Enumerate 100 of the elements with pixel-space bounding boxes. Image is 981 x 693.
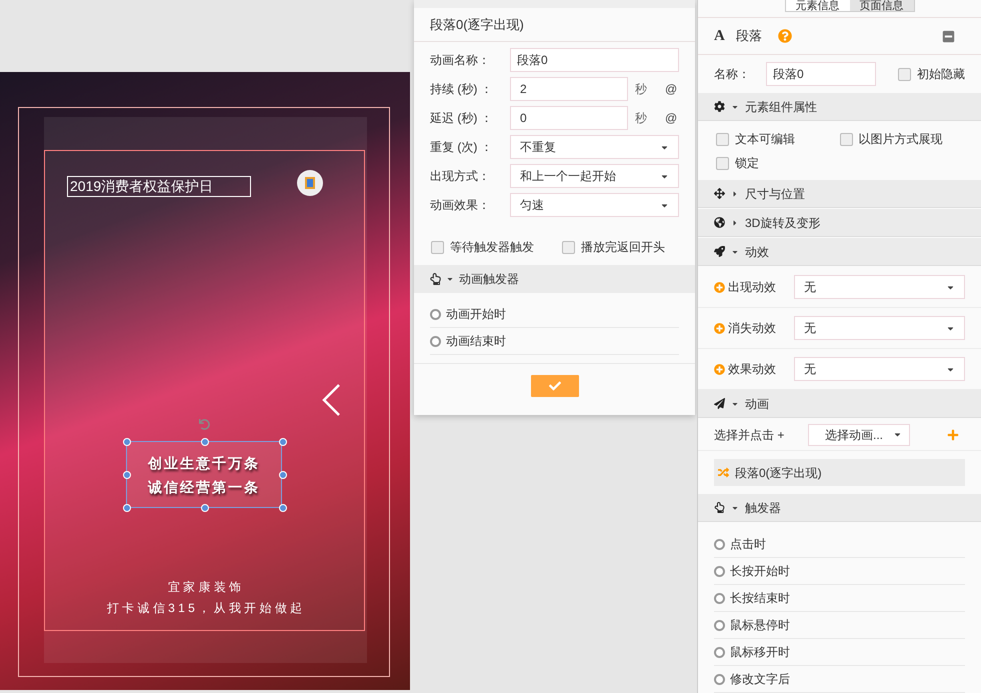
name-field[interactable]: 段落0 xyxy=(766,62,876,86)
checkbox[interactable] xyxy=(840,132,852,146)
field-label: 出现方式： xyxy=(430,168,491,185)
caret-icon xyxy=(446,275,454,283)
input-field[interactable]: 2 xyxy=(510,77,628,101)
radio-icon xyxy=(714,538,725,550)
radio-icon xyxy=(714,592,725,604)
radio-icon xyxy=(430,308,441,320)
checkbox[interactable] xyxy=(898,68,911,81)
poster-title: 2019消费者权益保护日 xyxy=(67,176,251,197)
slogan-line: 创业生意千万条 xyxy=(148,454,260,472)
add-icon[interactable] xyxy=(714,364,725,375)
footer-text: 宜 家 康 装 饰 xyxy=(168,580,242,595)
trigger-item[interactable]: 鼠标悬停时 xyxy=(714,612,965,640)
dialog-title: 段落0(逐字出现) xyxy=(414,8,695,42)
select-field[interactable]: 无 xyxy=(794,316,965,340)
add-icon[interactable] xyxy=(714,322,725,334)
trigger-item[interactable]: 动画结束时 xyxy=(430,328,679,355)
field-label: 延迟 (秒) ： xyxy=(430,110,494,127)
selected-text-box[interactable]: 创业生意千万条 诚信经营第一条 xyxy=(126,441,282,508)
resize-handle[interactable] xyxy=(123,504,131,512)
resize-handle[interactable] xyxy=(279,504,287,512)
shuffle-icon xyxy=(718,467,729,478)
check-icon xyxy=(548,380,560,392)
resize-handle[interactable] xyxy=(279,438,287,446)
section-header[interactable]: 3D旋转及变形 xyxy=(698,209,981,238)
radio-icon xyxy=(714,620,725,631)
resize-handle[interactable] xyxy=(201,438,209,446)
select-field[interactable]: 匀速 xyxy=(510,193,679,217)
radio-icon xyxy=(714,566,725,577)
add-icon[interactable] xyxy=(947,428,959,441)
checkbox[interactable] xyxy=(562,240,575,254)
trigger-item[interactable]: 点击时 xyxy=(714,531,965,558)
section-header[interactable]: 尺寸与位置 xyxy=(698,180,981,208)
radio-icon xyxy=(714,674,725,685)
panel-tab[interactable]: 元素信息 xyxy=(786,0,850,11)
select-field[interactable]: 无 xyxy=(794,357,965,382)
checkbox[interactable] xyxy=(431,240,444,254)
input-field[interactable]: 段落0 xyxy=(510,48,679,72)
checkbox-label: 播放完返回开头 xyxy=(581,239,665,256)
paper-plane-icon xyxy=(714,398,725,410)
trigger-item[interactable]: 鼠标移开时 xyxy=(714,639,965,666)
unit-label: 秒 xyxy=(635,81,647,98)
resize-handle[interactable] xyxy=(279,471,287,479)
field-label: 名称： xyxy=(714,66,751,84)
field-label: 出现动效 xyxy=(728,279,777,296)
collapse-icon[interactable] xyxy=(942,30,955,43)
resize-handle[interactable] xyxy=(123,438,131,446)
checkbox[interactable] xyxy=(716,156,729,170)
trigger-item[interactable]: 长按结束时 xyxy=(714,585,965,612)
radio-icon xyxy=(714,646,725,658)
field-label: 持续 (秒) ： xyxy=(430,81,494,98)
hand-pointer-icon xyxy=(430,273,441,285)
unit-label: 秒 xyxy=(635,110,647,127)
rotate-icon[interactable] xyxy=(199,419,210,430)
input-field[interactable]: 0 xyxy=(510,106,628,130)
globe-icon xyxy=(714,217,725,228)
at-sign: @ xyxy=(665,81,678,98)
caret-icon xyxy=(731,190,739,198)
trigger-item[interactable]: 动画开始时 xyxy=(430,301,679,328)
hand-pointer-icon xyxy=(714,502,725,514)
panel-tab[interactable]: 页面信息 xyxy=(850,0,914,11)
text-type-icon: A xyxy=(714,24,734,48)
section-header[interactable]: 动画 xyxy=(698,390,981,418)
select-field[interactable]: 和上一个一起开始 xyxy=(510,164,679,188)
field-label: 重复 (次) ： xyxy=(430,139,494,156)
caret-icon xyxy=(731,218,739,227)
gear-icon xyxy=(714,101,725,112)
resize-handle[interactable] xyxy=(123,471,131,479)
element-type: 段落 xyxy=(736,27,762,46)
footer-text: 打 卡 诚 信 3 1 5 ， 从 我 开 始 做 起 xyxy=(106,601,302,616)
move-icon xyxy=(714,188,725,200)
section-header[interactable]: 元素组件属性 xyxy=(698,93,981,122)
checkbox-label: 文本可编辑 xyxy=(735,131,795,148)
field-label: 动画名称： xyxy=(430,52,491,69)
radio-icon xyxy=(430,336,441,346)
animation-item[interactable]: 段落0(逐字出现) xyxy=(714,459,965,486)
select-field[interactable]: 不重复 xyxy=(510,135,679,159)
checkbox-label: 初始隐藏 xyxy=(917,66,965,84)
checkbox-label: 以图片方式展现 xyxy=(858,131,942,148)
confirm-button[interactable] xyxy=(530,375,578,397)
section-header[interactable]: 动效 xyxy=(698,238,981,266)
checkbox[interactable] xyxy=(716,132,729,146)
chevron-left-icon xyxy=(322,384,340,416)
add-icon[interactable] xyxy=(714,282,725,293)
select-field[interactable]: 无 xyxy=(794,275,965,300)
trigger-item[interactable]: 修改文字后 xyxy=(714,666,965,693)
select-field[interactable]: 选择动画... xyxy=(808,424,910,446)
help-icon[interactable] xyxy=(778,29,792,44)
field-label: 动画效果： xyxy=(430,197,491,214)
checkbox-label: 等待触发器触发 xyxy=(450,239,534,256)
field-label: 选择并点击 + xyxy=(714,426,786,444)
resize-handle[interactable] xyxy=(201,504,209,512)
at-sign: @ xyxy=(665,110,678,127)
checkbox-label: 锁定 xyxy=(735,155,759,172)
section-header[interactable]: 触发器 xyxy=(698,494,981,522)
slogan-line: 诚信经营第一条 xyxy=(148,478,260,496)
trigger-item[interactable]: 长按开始时 xyxy=(714,558,965,586)
logo-icon xyxy=(297,170,323,196)
section-header[interactable]: 动画触发器 xyxy=(414,265,695,293)
